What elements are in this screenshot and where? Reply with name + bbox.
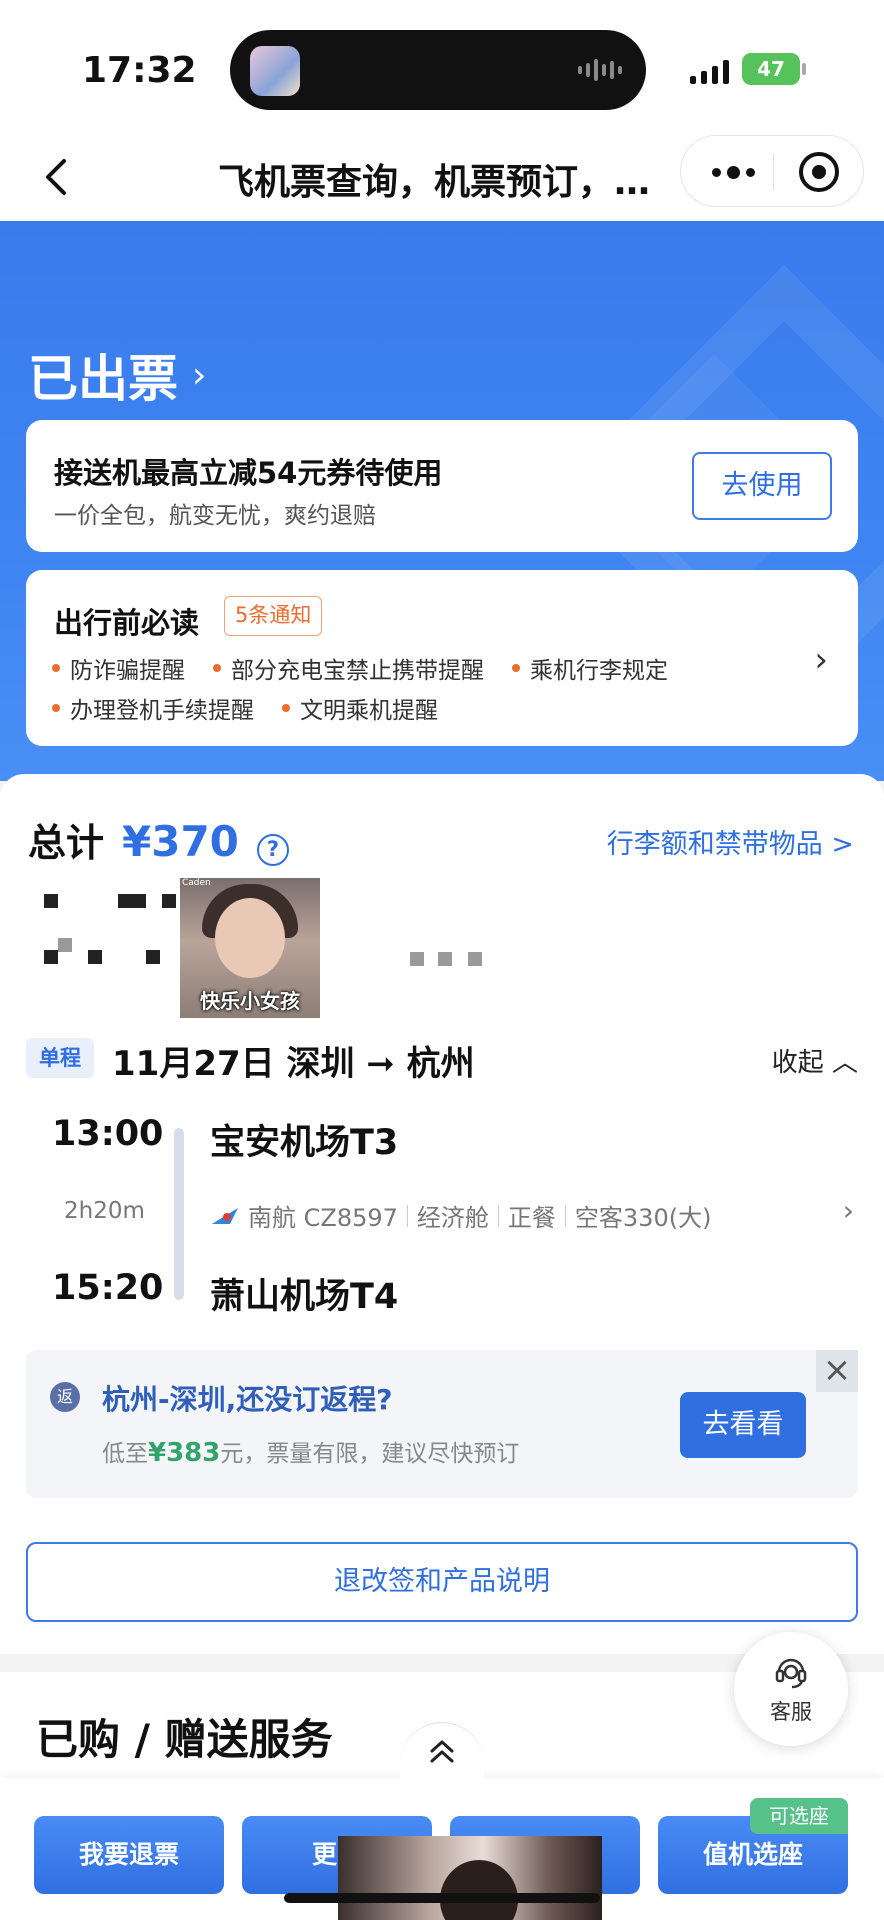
battery-indicator: 47	[742, 53, 806, 85]
services-title: 已购 / 赠送服务	[36, 1715, 333, 1764]
cabin-class: 经济舱	[416, 1204, 489, 1232]
help-icon[interactable]: ?	[256, 834, 289, 866]
double-chevron-up-icon	[430, 1740, 454, 1763]
redacted-block	[88, 950, 102, 964]
collapse-toggle[interactable]: 收起 ︿	[772, 1042, 858, 1079]
price-prefix: 低至	[102, 1441, 148, 1467]
baggage-rules-link[interactable]: 行李额和禁带物品 >	[607, 822, 854, 861]
notice-item: 防诈骗提醒	[52, 651, 185, 685]
trip-header: 单程 11月27日 深圳 ➞ 杭州 收起 ︿	[26, 1036, 858, 1084]
airline-logo-icon	[212, 1207, 238, 1224]
return-promo-subtitle: 低至¥383元，票量有限，建议尽快预订	[102, 1434, 519, 1468]
coupon-card: 接送机最高立减54元券待使用 一价全包，航变无忧，爽约退赔 去使用	[26, 420, 858, 552]
photo-subject	[440, 1860, 518, 1920]
order-detail-panel: 总计 ¥370 ? 行李额和禁带物品 > Caden 快乐小女孩 单程 11月2…	[0, 774, 884, 1654]
arrival-time: 15:20	[52, 1268, 164, 1308]
back-arrow-icon[interactable]	[30, 149, 86, 205]
total-price: ¥370	[122, 817, 239, 866]
more-icon[interactable]	[703, 136, 763, 208]
capsule-divider	[773, 154, 774, 190]
return-price: ¥383	[148, 1438, 221, 1468]
price-suffix: 元，票量有限，建议尽快预订	[220, 1441, 520, 1467]
view-return-button[interactable]: 去看看	[680, 1392, 806, 1458]
arrival-airport: 萧山机场T4	[210, 1277, 399, 1317]
notice-item: 乘机行李规定	[512, 651, 668, 685]
coupon-subtitle: 一价全包，航变无忧，爽约退赔	[54, 503, 376, 529]
total-label: 总计	[28, 821, 105, 865]
page: 17:32 47 飞机票查询，机票预订，… 已出票 › 接送机最高立减54元券待…	[0, 0, 884, 1920]
trip-type-badge: 单程	[26, 1038, 94, 1078]
notice-item: 文明乘机提醒	[282, 691, 438, 725]
refund-button[interactable]: 我要退票	[34, 1816, 224, 1894]
aircraft-type: 空客330(大)	[574, 1204, 712, 1232]
meal-info: 正餐	[507, 1204, 556, 1232]
flight-duration: 2h20m	[64, 1198, 145, 1224]
miniapp-capsule	[680, 135, 864, 207]
order-total: 总计 ¥370 ?	[28, 812, 289, 867]
trip-route: 11月27日 深圳 ➞ 杭州	[112, 1044, 475, 1084]
notice-title: 出行前必读	[54, 606, 200, 640]
close-miniapp-icon[interactable]	[799, 152, 839, 192]
airline-flight-number: 南航 CZ8597	[248, 1204, 398, 1232]
now-playing-thumbnail	[250, 46, 300, 96]
redacted-block	[438, 952, 452, 966]
return-trip-promo: 返 杭州-深圳,还没订返程? 低至¥383元，票量有限，建议尽快预订 去看看 ×	[26, 1350, 858, 1498]
collapse-label: 收起	[771, 1048, 824, 1078]
use-coupon-button[interactable]: 去使用	[692, 452, 832, 520]
sticker-face	[215, 898, 285, 978]
ticket-status[interactable]: 已出票 ›	[28, 339, 206, 411]
divider	[564, 1204, 566, 1227]
overlay-photo	[338, 1836, 602, 1920]
chevron-right-icon: ›	[814, 640, 828, 680]
redacted-block	[44, 950, 58, 964]
page-title: 飞机票查询，机票预订，…	[218, 162, 651, 203]
departure-airport: 宝安机场T3	[210, 1123, 399, 1163]
timeline-bar	[174, 1128, 184, 1300]
close-icon[interactable]: ×	[816, 1350, 858, 1392]
sticker-watermark: Caden	[182, 878, 211, 888]
redacted-block	[118, 894, 146, 908]
status-time: 17:32	[82, 50, 197, 91]
refund-policy-button[interactable]: 退改签和产品说明	[26, 1542, 858, 1622]
redacted-block	[146, 950, 160, 964]
divider	[497, 1204, 499, 1227]
dynamic-island[interactable]	[230, 30, 646, 110]
redacted-block	[468, 952, 482, 966]
home-indicator[interactable]	[284, 1893, 600, 1903]
notice-count-badge: 5条通知	[224, 596, 323, 636]
travel-notice-card[interactable]: 出行前必读 5条通知 防诈骗提醒 部分充电宝禁止携带提醒 乘机行李规定 办理登机…	[26, 570, 858, 746]
customer-service-button[interactable]: 客服	[734, 1632, 848, 1746]
chevron-right-icon: ›	[842, 1194, 854, 1227]
sticker-image: Caden 快乐小女孩	[180, 878, 320, 1018]
redacted-block	[44, 894, 58, 908]
coupon-title: 接送机最高立减54元券待使用	[54, 456, 443, 490]
headset-icon	[775, 1658, 807, 1689]
customer-service-label: 客服	[770, 1700, 812, 1724]
return-promo-title: 杭州-深圳,还没订返程?	[102, 1383, 393, 1416]
flight-segment[interactable]: 13:00 宝安机场T3 2h20m 南航 CZ8597 经济舱 正餐 空客33…	[0, 1114, 884, 1317]
flight-info: 南航 CZ8597 经济舱 正餐 空客330(大)	[210, 1198, 711, 1233]
notice-item: 部分充电宝禁止携带提醒	[213, 651, 484, 685]
divider	[406, 1204, 408, 1227]
nav-bar: 飞机票查询，机票预订，…	[0, 135, 884, 221]
audio-wave-icon	[578, 58, 622, 82]
notice-item: 办理登机手续提醒	[52, 691, 254, 725]
redacted-block	[410, 952, 424, 966]
redacted-block	[58, 938, 72, 952]
departure-time: 13:00	[52, 1114, 164, 1154]
status-bar: 17:32 47	[0, 0, 884, 135]
chevron-right-icon: ›	[192, 354, 207, 396]
seat-available-tag: 可选座	[750, 1798, 848, 1834]
cellular-signal-icon	[690, 58, 729, 84]
ticket-status-label: 已出票	[28, 350, 178, 408]
notice-list: 防诈骗提醒 部分充电宝禁止携带提醒 乘机行李规定 办理登机手续提醒 文明乘机提醒	[52, 648, 812, 728]
return-icon: 返	[50, 1382, 80, 1412]
redacted-block	[162, 894, 176, 908]
chevron-up-icon: ︿	[831, 1048, 858, 1078]
sticker-caption: 快乐小女孩	[200, 989, 300, 1013]
